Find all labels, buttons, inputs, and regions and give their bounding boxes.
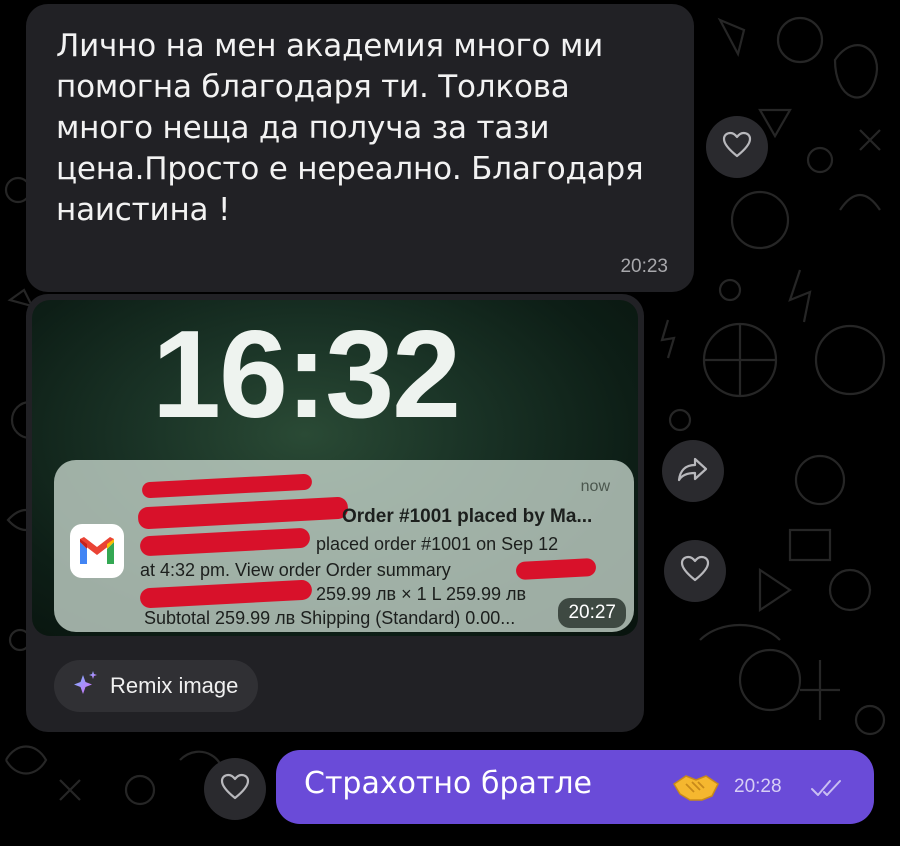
notification-age: now	[580, 478, 610, 495]
react-heart-button[interactable]	[706, 116, 768, 178]
message-text: Лично на мен академия много ми помогна б…	[56, 28, 644, 228]
redaction-mark	[141, 473, 313, 499]
notification-line: 259.99 лв × 1 L 259.99 лв	[316, 584, 527, 604]
remix-image-label: Remix image	[110, 673, 239, 698]
notification-line: at 4:32 pm. View order Order summary	[140, 560, 451, 580]
email-notification: now Order #1001 placed by Ma... placed o…	[54, 460, 634, 632]
redaction-mark	[137, 496, 349, 530]
redaction-mark	[515, 557, 597, 581]
heart-icon	[722, 131, 752, 163]
sparkle-icon	[70, 669, 100, 703]
share-button[interactable]	[662, 440, 724, 502]
heart-icon	[680, 555, 710, 587]
handshake-emoji	[672, 772, 720, 806]
redaction-mark	[139, 527, 311, 557]
lockscreen-clock: 16:32	[152, 306, 461, 444]
screenshot-image[interactable]: 16:32 now Order #1001 placed by Ma... pl…	[32, 300, 638, 636]
message-timestamp: 20:23	[620, 256, 668, 277]
notification-line: Subtotal 259.99 лв Shipping (Standard) 0…	[144, 608, 516, 628]
heart-icon	[220, 773, 250, 805]
redaction-mark	[139, 579, 313, 609]
incoming-message-bubble[interactable]: Лично на мен академия много ми помогна б…	[26, 4, 694, 292]
react-heart-button[interactable]	[204, 758, 266, 820]
double-check-icon	[810, 778, 846, 802]
outgoing-message-bubble[interactable]: Страхотно братле 20:28	[276, 750, 874, 824]
react-heart-button[interactable]	[664, 540, 726, 602]
share-icon	[677, 456, 709, 486]
message-text: Страхотно братле	[304, 766, 592, 801]
message-timestamp: 20:28	[734, 776, 782, 797]
image-timestamp: 20:27	[558, 598, 626, 628]
gmail-icon	[70, 524, 124, 578]
incoming-image-bubble[interactable]: 16:32 now Order #1001 placed by Ma... pl…	[26, 294, 644, 732]
remix-image-button[interactable]: Remix image	[54, 660, 259, 712]
notification-title: Order #1001 placed by Ma...	[342, 506, 593, 527]
notification-line: placed order #1001 on Sep 12	[316, 534, 559, 554]
